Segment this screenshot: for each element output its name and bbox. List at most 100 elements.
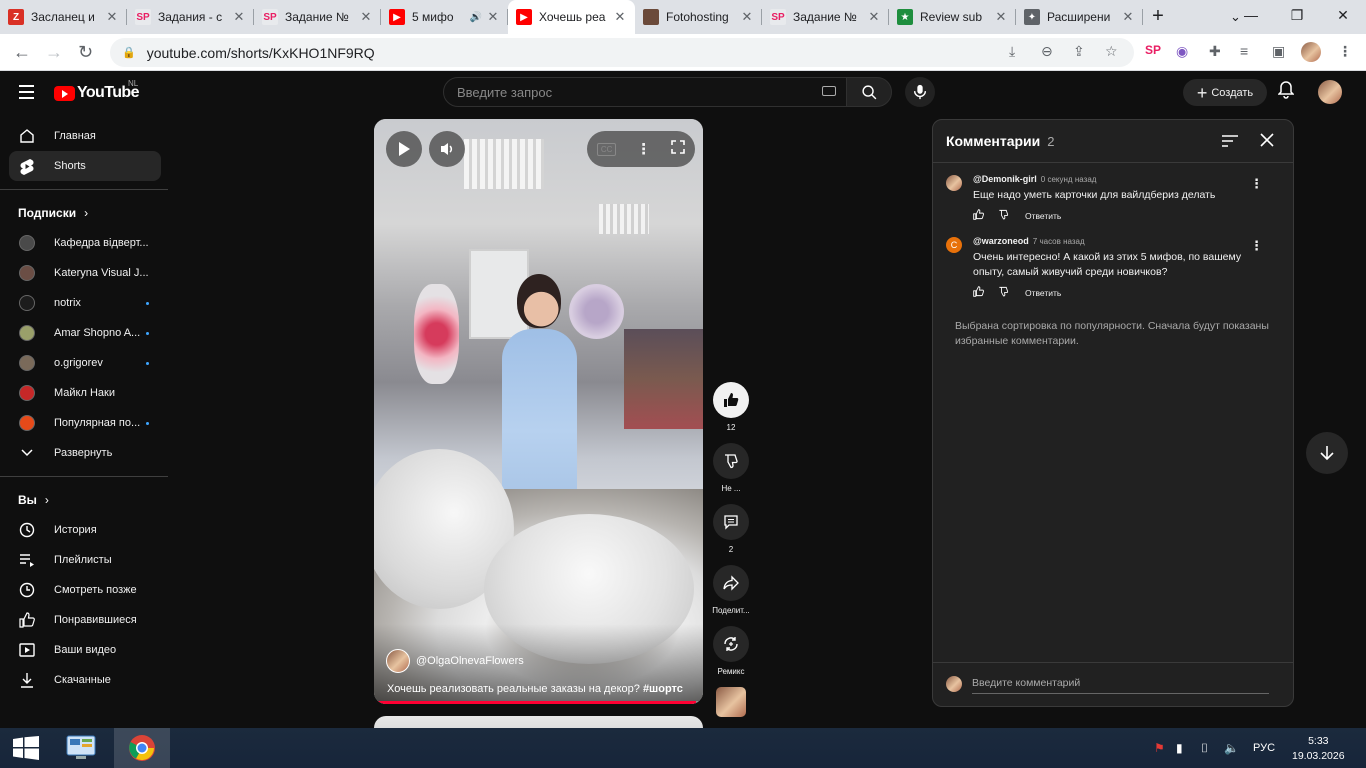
sidebar-item-watch-later[interactable]: Смотреть позже: [0, 575, 161, 605]
sidebar-subscription[interactable]: o.grigorev: [0, 348, 161, 378]
tab-close-icon[interactable]: ✕: [1121, 9, 1135, 25]
new-tab-button[interactable]: +: [1143, 0, 1173, 34]
battery-icon[interactable]: ▮: [1176, 741, 1183, 755]
comment-input[interactable]: Введите комментарий: [972, 677, 1269, 694]
browser-tab[interactable]: Fotohosting ✕: [635, 0, 762, 34]
browser-tab[interactable]: SP Задание № ✕: [254, 0, 381, 34]
comment-author[interactable]: @Demonik-girl: [973, 174, 1037, 184]
comment-time[interactable]: 7 часов назад: [1033, 237, 1085, 246]
more-options-icon[interactable]: ⋮: [636, 140, 651, 158]
share-button[interactable]: [713, 565, 749, 601]
sound-thumbnail[interactable]: [713, 687, 749, 717]
channel-name[interactable]: @OlgaOlnevaFlowers: [416, 655, 524, 667]
sp-extension-icon[interactable]: SP: [1145, 43, 1161, 57]
browser-tab[interactable]: ★ Review sub ✕: [889, 0, 1016, 34]
comment-more-icon[interactable]: ⋮: [1250, 238, 1263, 254]
comment-time[interactable]: 0 секунд нaзaд: [1041, 175, 1097, 184]
keyboard-icon[interactable]: [822, 86, 836, 96]
sidebar-item-history[interactable]: История: [0, 515, 161, 545]
lock-icon[interactable]: 🔒: [122, 46, 136, 59]
profile-avatar[interactable]: [1301, 42, 1321, 62]
network-warning-icon[interactable]: ⚑: [1154, 741, 1165, 755]
speaker-icon[interactable]: 🔈: [1224, 741, 1239, 755]
account-avatar[interactable]: [1318, 80, 1342, 104]
network-icon[interactable]: ⌷: [1201, 741, 1208, 756]
zoom-icon[interactable]: ⊖: [1041, 43, 1053, 60]
captions-button[interactable]: CC: [596, 142, 617, 156]
share-icon[interactable]: ⇪: [1073, 43, 1085, 60]
volume-button[interactable]: [429, 131, 465, 167]
comments-button[interactable]: [713, 504, 749, 540]
browser-tab[interactable]: SP Задание № ✕: [762, 0, 889, 34]
hashtag-link[interactable]: #шортс: [643, 683, 683, 695]
browser-menu-icon[interactable]: ⋮: [1338, 43, 1352, 60]
comment-author[interactable]: @warzoneod: [973, 236, 1029, 246]
notifications-bell-icon[interactable]: [1277, 81, 1295, 104]
reload-icon[interactable]: ↻: [78, 42, 93, 63]
sidebar-item-shorts[interactable]: Shorts: [9, 151, 161, 181]
search-button[interactable]: [846, 77, 892, 107]
channel-info[interactable]: @OlgaOlnevaFlowers: [386, 649, 524, 673]
browser-tab[interactable]: ✦ Расширени ✕: [1016, 0, 1143, 34]
sound-thumbnail-image[interactable]: [716, 687, 746, 717]
side-panel-icon[interactable]: ▣: [1272, 43, 1285, 60]
play-button[interactable]: [386, 131, 422, 167]
tab-close-icon[interactable]: ✕: [232, 9, 246, 25]
browser-tab[interactable]: Z Засланец и ✕: [0, 0, 127, 34]
maximize-button[interactable]: ❐: [1274, 0, 1320, 34]
sidebar-subscription[interactable]: notrix: [0, 288, 161, 318]
comment-avatar[interactable]: [946, 175, 962, 191]
taskbar-control-panel[interactable]: [53, 728, 109, 768]
sidebar-subscription[interactable]: Кафедра відверт...: [0, 228, 161, 258]
sidebar-item-downloads[interactable]: Скачанные: [0, 665, 161, 695]
sidebar-item-liked[interactable]: Понравившиеся: [0, 605, 161, 635]
comment-like-icon[interactable]: [973, 209, 984, 222]
start-button[interactable]: [13, 736, 39, 765]
like-button[interactable]: [713, 382, 749, 418]
create-button[interactable]: + Создать: [1183, 79, 1267, 106]
tab-audio-icon[interactable]: 🔊: [470, 12, 482, 23]
sidebar-item-home[interactable]: Главная: [0, 121, 161, 151]
comment-like-icon[interactable]: [973, 286, 984, 299]
bookmark-star-icon[interactable]: ☆: [1105, 43, 1118, 60]
back-arrow-icon[interactable]: ←: [13, 42, 31, 63]
browser-tab[interactable]: SP Задания - с ✕: [127, 0, 254, 34]
fullscreen-button[interactable]: [671, 139, 685, 159]
tab-close-icon[interactable]: ✕: [740, 9, 754, 25]
browser-tab[interactable]: ▶ 5 мифо 🔊 ✕: [381, 0, 508, 34]
language-indicator[interactable]: РУС: [1253, 742, 1275, 754]
browser-tab[interactable]: ▶ Хочешь реа ✕: [508, 0, 635, 34]
shorts-video-player[interactable]: CC ⋮ @OlgaOlnevaFlowers Хочешь реализова…: [374, 119, 703, 704]
close-window-button[interactable]: ✕: [1320, 0, 1366, 34]
sidebar-subscription[interactable]: Популярная по...: [0, 408, 161, 438]
tab-close-icon[interactable]: ✕: [613, 9, 627, 25]
extension-compass-icon[interactable]: ◉: [1176, 43, 1188, 60]
close-icon[interactable]: [1260, 133, 1274, 150]
menu-icon[interactable]: [19, 85, 34, 99]
taskbar-chrome[interactable]: [114, 728, 170, 768]
sidebar-item-playlists[interactable]: Плейлисты: [0, 545, 161, 575]
sidebar-item-your-videos[interactable]: Ваши видео: [0, 635, 161, 665]
sidebar-subscription[interactable]: Майкл Наки: [0, 378, 161, 408]
install-app-icon[interactable]: ⤓: [1009, 43, 1015, 60]
tab-close-icon[interactable]: ✕: [867, 9, 881, 25]
remix-button[interactable]: [713, 626, 749, 662]
you-heading[interactable]: Вы ›: [0, 485, 170, 515]
extensions-puzzle-icon[interactable]: ✚: [1209, 43, 1221, 60]
comment-avatar[interactable]: С: [946, 237, 962, 253]
tab-close-icon[interactable]: ✕: [486, 9, 500, 25]
address-bar[interactable]: 🔒 youtube.com/shorts/KxKHO1NF9RQ ⤓ ⊖ ⇪ ☆: [110, 38, 1134, 67]
sidebar-subscription[interactable]: Kateryna Visual J...: [0, 258, 161, 288]
comment-dislike-icon[interactable]: [998, 209, 1009, 222]
next-short-button[interactable]: [1306, 432, 1348, 474]
dislike-button[interactable]: [713, 443, 749, 479]
search-input[interactable]: Введите запрос: [443, 77, 847, 107]
reply-button[interactable]: Ответить: [1025, 211, 1061, 221]
next-short-preview[interactable]: [374, 716, 703, 728]
sort-icon[interactable]: [1222, 134, 1238, 150]
progress-bar[interactable]: [374, 701, 703, 704]
forward-arrow-icon[interactable]: →: [45, 42, 63, 63]
reply-button[interactable]: Ответить: [1025, 288, 1061, 298]
clock[interactable]: 5:33 19.03.2026: [1292, 734, 1345, 764]
comment-more-icon[interactable]: ⋮: [1250, 176, 1263, 192]
